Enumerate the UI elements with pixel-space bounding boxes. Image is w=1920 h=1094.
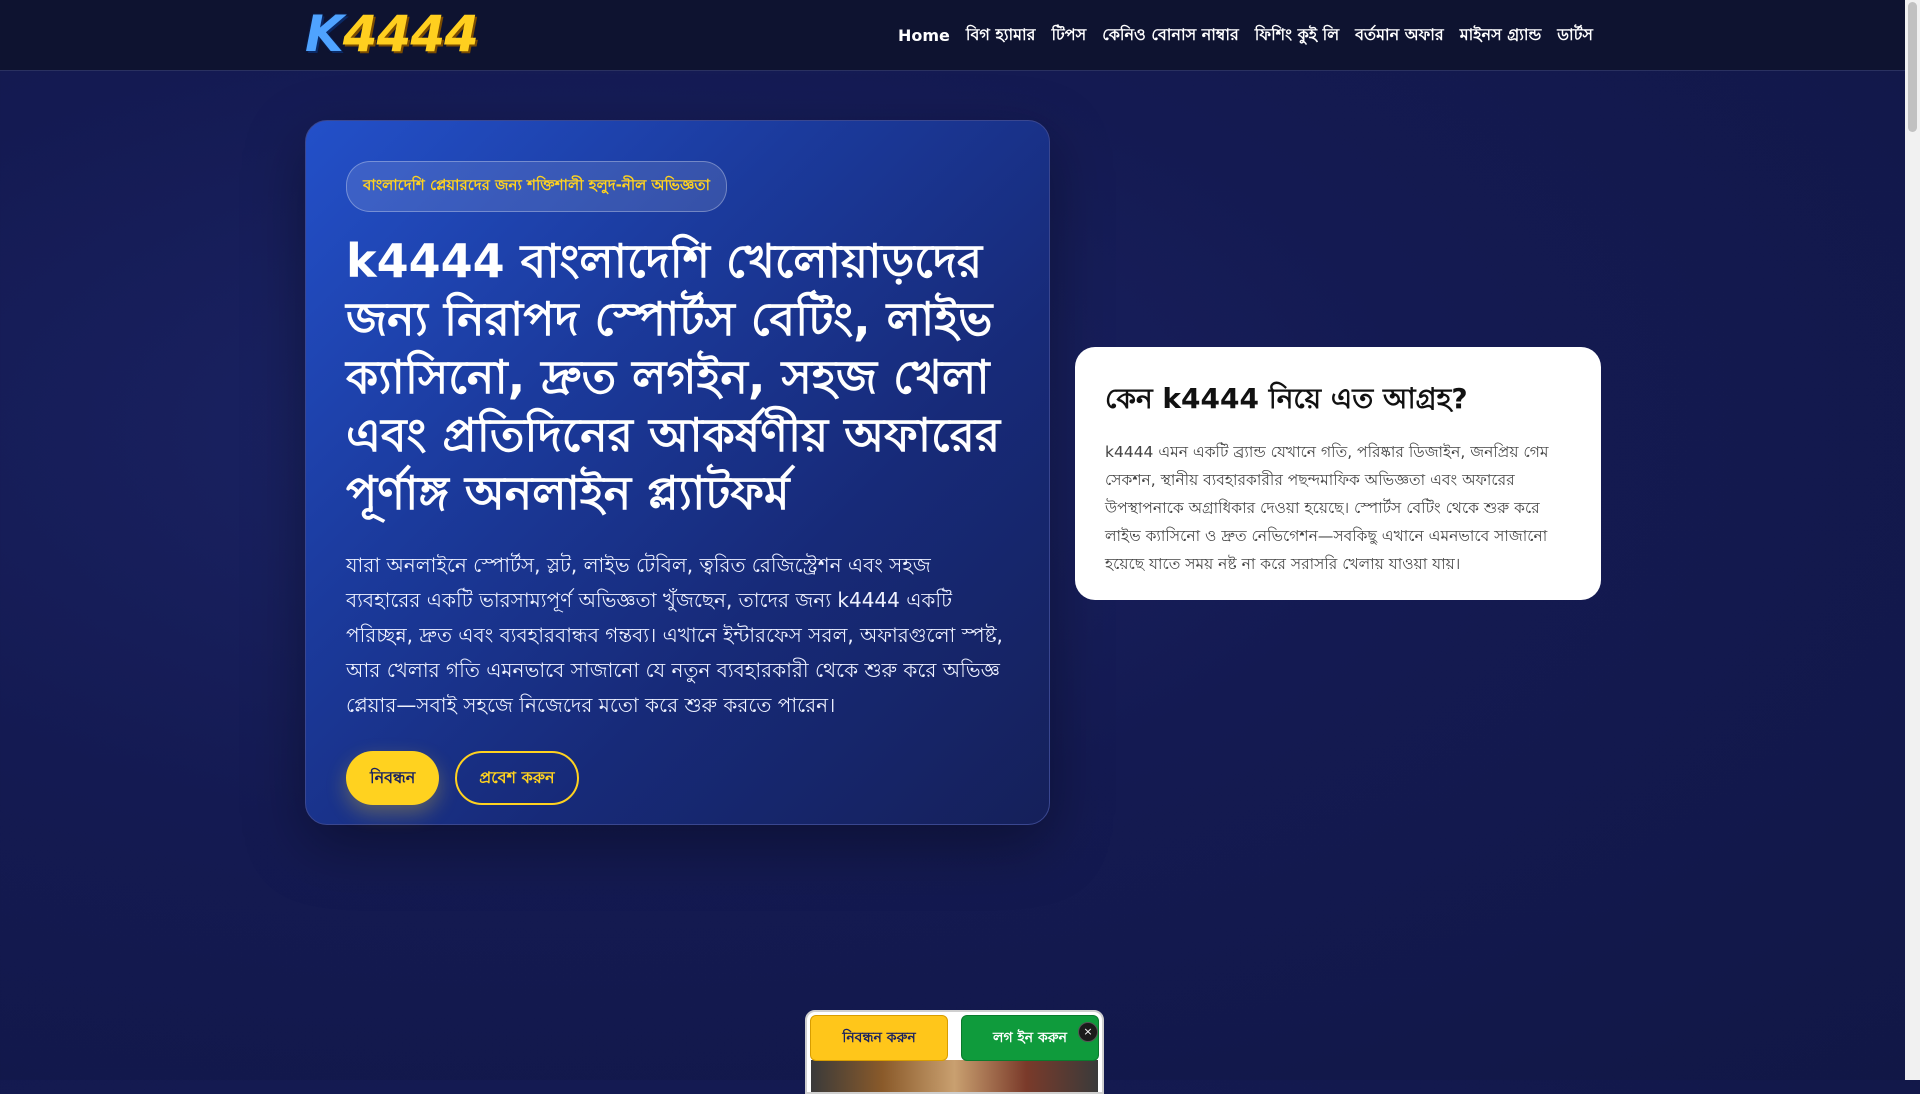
nav-tips[interactable]: টিপস <box>1051 22 1086 49</box>
nav-fishing-kui-li[interactable]: ফিশিং কুই লি <box>1255 22 1339 49</box>
floating-login-button[interactable]: লগ ইন করুন <box>961 1015 1099 1061</box>
register-button[interactable]: নিবন্ধন <box>346 751 440 805</box>
nav-keno-bonus-number[interactable]: কেনিও বোনাস নাম্বার <box>1102 22 1239 49</box>
logo-number: 4444 <box>342 5 479 63</box>
hero-actions: নিবন্ধন প্রবেশ করুন <box>346 751 1009 805</box>
nav-darts[interactable]: ডার্টস <box>1557 22 1593 49</box>
nav-current-offer[interactable]: বর্তমান অফার <box>1355 22 1444 49</box>
card-title: কেন k4444 নিয়ে এত আগ্রহ? <box>1105 382 1468 415</box>
hero-panel: বাংলাদেশি প্লেয়ারদের জন্য শক্তিশালী হলু… <box>305 120 1050 825</box>
nav-big-hammer[interactable]: বিগ হ্যামার <box>966 22 1036 49</box>
login-button[interactable]: প্রবেশ করুন <box>455 751 579 805</box>
top-navbar: K 4444 Home বিগ হ্যামার টিপস কেনিও বোনাস … <box>0 0 1905 71</box>
close-icon[interactable]: × <box>1078 1022 1098 1042</box>
nav-home[interactable]: Home <box>898 26 950 45</box>
main-nav: Home বিগ হ্যামার টিপস কেনিও বোনাস নাম্বা… <box>898 0 1593 70</box>
scrollbar-thumb[interactable] <box>1908 2 1917 132</box>
nav-mines-grand[interactable]: মাইনস গ্র্যান্ড <box>1460 22 1542 49</box>
floating-register-button[interactable]: নিবন্ধন করুন <box>810 1015 948 1061</box>
hero-title: k4444 বাংলাদেশি খেলোয়াড়দের জন্য নিরাপদ… <box>346 234 1001 520</box>
logo-k: K <box>305 5 344 63</box>
casino-banner-image <box>811 1060 1098 1092</box>
card-body: k4444 এমন একটি ব্র্যান্ড যেখানে গতি, পরি… <box>1105 443 1549 573</box>
brand-logo[interactable]: K 4444 <box>305 8 490 60</box>
page-scrollbar[interactable] <box>1905 0 1920 1080</box>
floating-cta-bar: নিবন্ধন করুন লগ ইন করুন × <box>805 1010 1104 1094</box>
hero-description: যারা অনলাইনে স্পোর্টস, স্লট, লাইভ টেবিল,… <box>346 553 1003 717</box>
hero-tagline-pill: বাংলাদেশি প্লেয়ারদের জন্য শক্তিশালী হলু… <box>346 161 727 212</box>
why-k4444-card: কেন k4444 নিয়ে এত আগ্রহ? k4444 এমন একটি… <box>1075 347 1601 600</box>
